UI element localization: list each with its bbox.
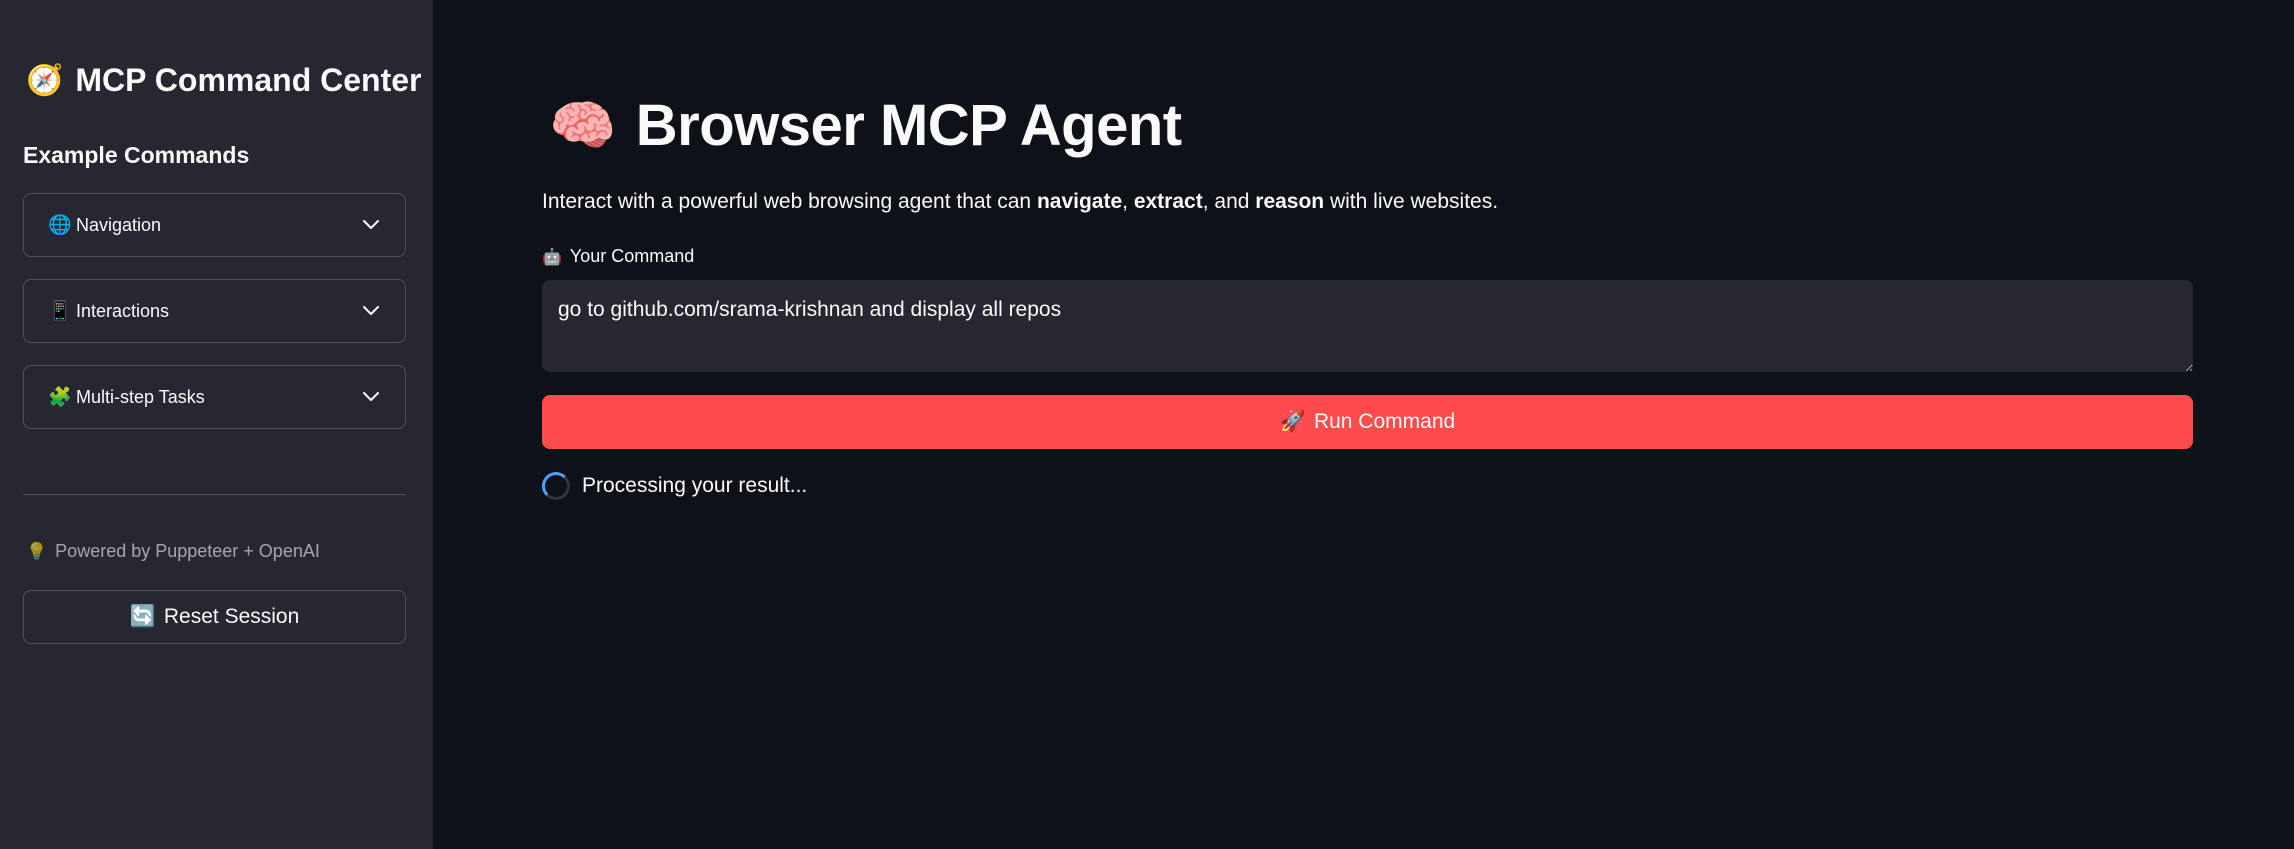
chevron-down-icon — [361, 301, 381, 321]
sidebar: 🧭 MCP Command Center Example Commands 🌐 … — [0, 0, 433, 849]
run-command-label: Run Command — [1313, 410, 1456, 433]
rocket-icon: 🚀 — [1279, 410, 1306, 433]
description-sep: , and — [1202, 190, 1256, 213]
expander-multi-step-tasks[interactable]: 🧩 Multi-step Tasks — [23, 365, 406, 429]
page-title: 🧠 Browser MCP Agent — [549, 92, 1182, 159]
app-root: 🧭 MCP Command Center Example Commands 🌐 … — [0, 0, 2294, 849]
sidebar-divider — [23, 494, 406, 495]
command-input[interactable]: go to github.com/srama-krishnan and disp… — [542, 280, 2193, 372]
reset-session-label: Reset Session — [163, 605, 300, 628]
compass-icon: 🧭 — [26, 63, 64, 97]
robot-icon: 🤖 — [542, 248, 562, 266]
main-content: 🧠 Browser MCP Agent Interact with a powe… — [433, 0, 2294, 849]
sidebar-title-text: MCP Command Center — [75, 62, 422, 98]
description-sep: , — [1122, 190, 1134, 213]
brain-icon: 🧠 — [549, 95, 616, 156]
expander-navigation[interactable]: 🌐 Navigation — [23, 193, 406, 257]
expander-interactions[interactable]: 📱 Interactions — [23, 279, 406, 343]
description-bold-extract: extract — [1133, 190, 1203, 213]
run-command-button[interactable]: 🚀 Run Command — [542, 395, 2193, 449]
description-bold-navigate: navigate — [1036, 190, 1123, 213]
processing-status: Processing your result... — [542, 472, 807, 500]
spinner-icon — [542, 472, 570, 500]
expander-label: Multi-step Tasks — [76, 386, 205, 407]
refresh-icon: 🔄 — [129, 605, 156, 628]
description-text: with live websites. — [1324, 190, 1499, 213]
description-text: Interact with a powerful web browsing ag… — [542, 190, 1037, 213]
page-description: Interact with a powerful web browsing ag… — [542, 190, 1498, 214]
powered-by-note: 💡 Powered by Puppeteer + OpenAI — [26, 541, 320, 562]
expander-label: Navigation — [76, 214, 162, 235]
sidebar-title: 🧭 MCP Command Center — [26, 62, 421, 99]
lightbulb-icon: 💡 — [26, 541, 48, 561]
reset-session-button[interactable]: 🔄 Reset Session — [23, 590, 406, 644]
puzzle-icon: 🧩 — [48, 387, 72, 408]
description-bold-reason: reason — [1255, 190, 1325, 213]
example-commands-heading: Example Commands — [23, 142, 250, 168]
command-label-text: Your Command — [569, 246, 695, 266]
phone-icon: 📱 — [48, 301, 72, 322]
status-text: Processing your result... — [582, 474, 808, 497]
chevron-down-icon — [361, 215, 381, 235]
powered-by-text: Powered by Puppeteer + OpenAI — [55, 541, 320, 561]
command-label: 🤖 Your Command — [542, 246, 694, 267]
globe-icon: 🌐 — [48, 215, 72, 236]
chevron-down-icon — [361, 387, 381, 407]
expander-label: Interactions — [76, 300, 170, 321]
page-title-text: Browser MCP Agent — [635, 93, 1182, 158]
